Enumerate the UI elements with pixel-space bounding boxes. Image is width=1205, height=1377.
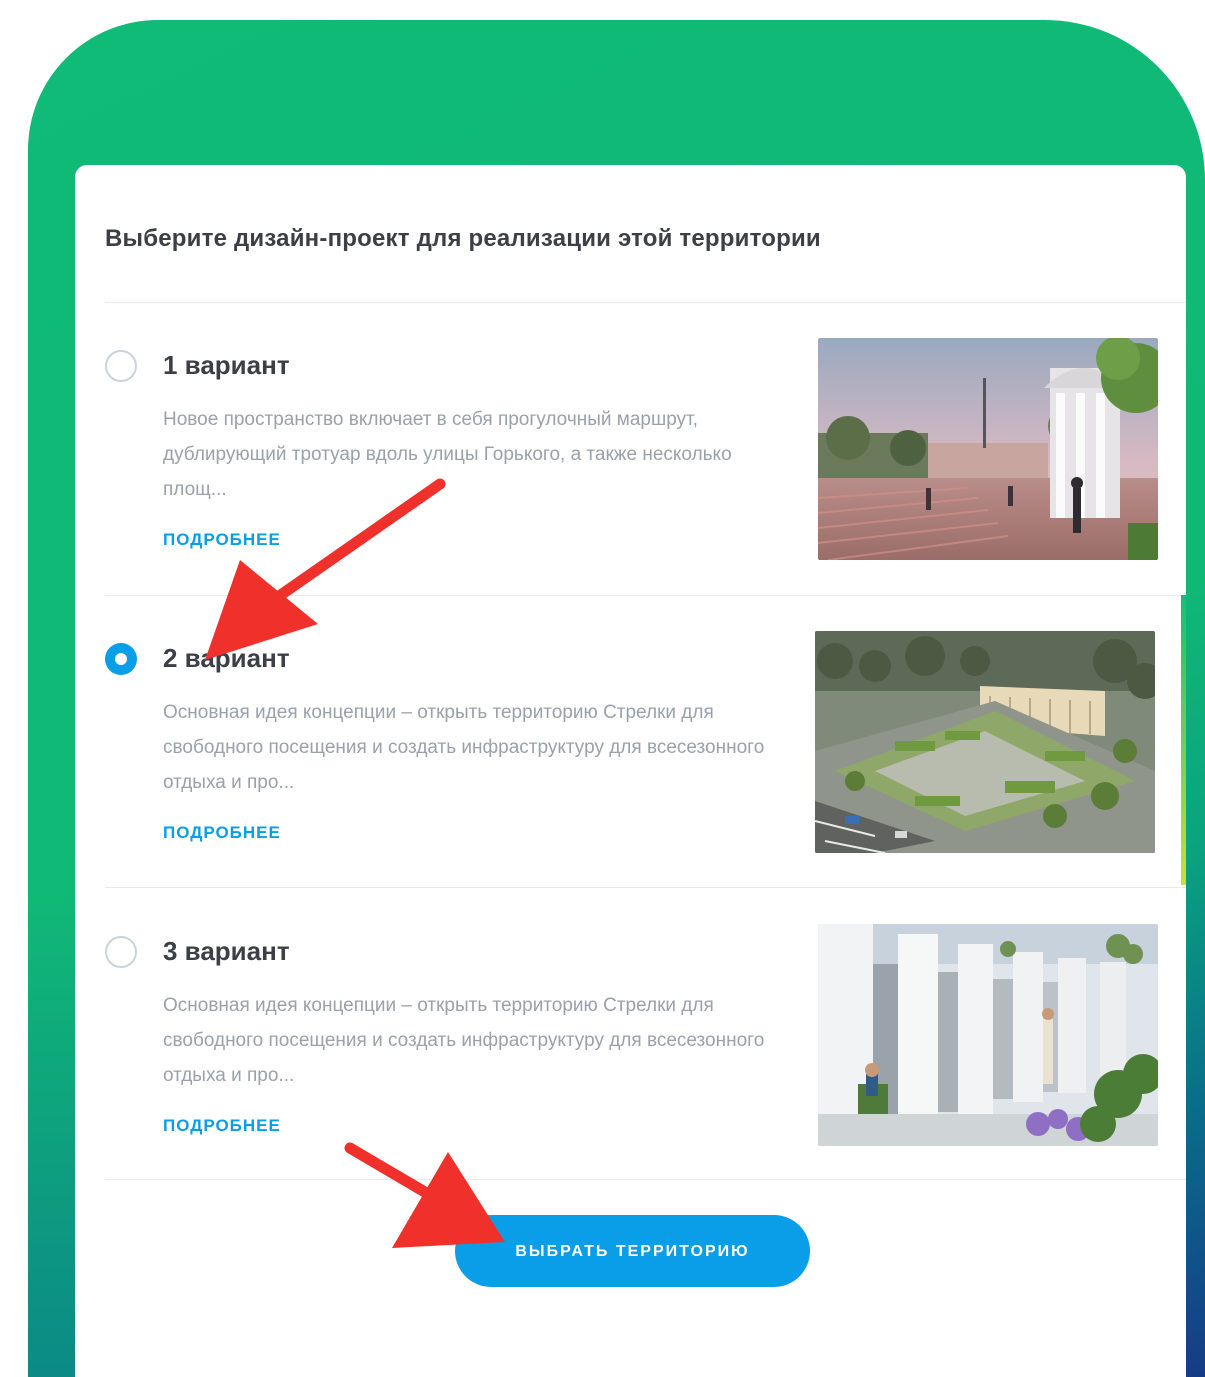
option-1-image [818,338,1158,560]
divider [105,302,1186,303]
card-title: Выберите дизайн-проект для реализации эт… [105,225,821,252]
option-2[interactable]: 2 вариант Основная идея концепции – откр… [75,631,1186,926]
option-3-title: 3 вариант [163,936,290,966]
option-2-radio[interactable] [105,643,137,675]
selection-card: Выберите дизайн-проект для реализации эт… [75,165,1186,1377]
option-1-description: Новое пространство включает в себя прогу… [163,409,732,500]
option-3-more-link[interactable]: ПОДРОБНЕЕ [163,1116,281,1136]
option-1-title: 1 вариант [163,350,290,380]
option-1-radio[interactable] [105,350,137,382]
option-1-more-link[interactable]: ПОДРОБНЕЕ [163,530,281,550]
option-3-description: Основная идея концепции – открыть террит… [163,995,765,1086]
divider [105,1179,1186,1180]
option-2-image [815,631,1155,853]
option-2-description: Основная идея концепции – открыть террит… [163,702,765,793]
divider [105,595,1186,596]
divider [105,887,1186,888]
option-2-more-link[interactable]: ПОДРОБНЕЕ [163,823,281,843]
option-1[interactable]: 1 вариант Новое пространство включает в … [75,338,1186,633]
option-2-title: 2 вариант [163,643,290,673]
option-3-image [818,924,1158,1146]
side-accent [1181,595,1186,885]
select-territory-button[interactable]: ВЫБРАТЬ ТЕРРИТОРИЮ [455,1215,810,1287]
option-3[interactable]: 3 вариант Основная идея концепции – откр… [75,924,1186,1219]
option-3-radio[interactable] [105,936,137,968]
